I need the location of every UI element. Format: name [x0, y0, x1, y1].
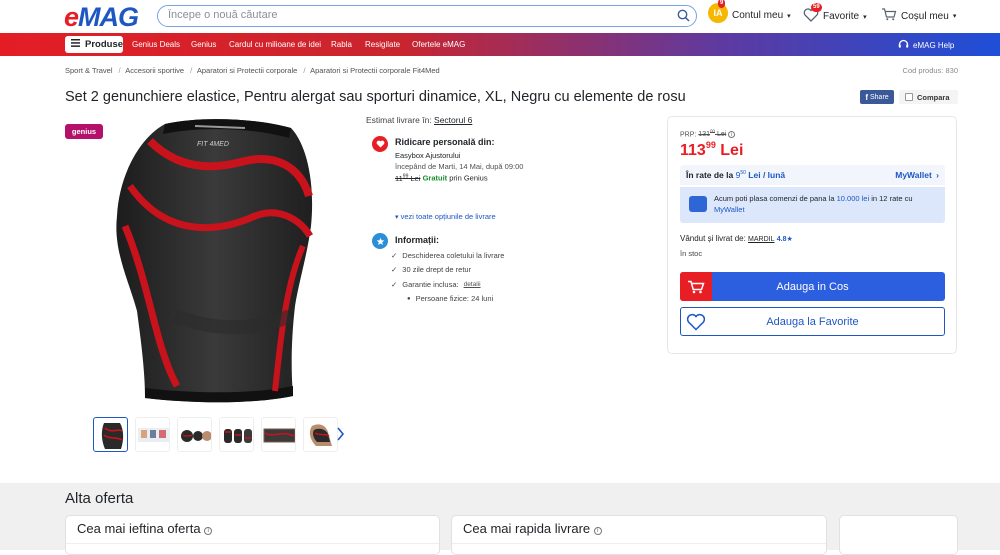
products-menu-button[interactable]: Produse: [65, 36, 123, 53]
search-box: [157, 5, 697, 27]
chevron-down-icon: ▾: [952, 13, 957, 20]
mywallet-link[interactable]: MyWallet: [714, 205, 745, 214]
avatar: IA 9: [708, 0, 728, 23]
headset-icon: [898, 39, 909, 51]
heart-icon: 59: [803, 3, 822, 25]
chevron-down-icon: ▾: [395, 214, 399, 221]
easybox-icon: [372, 136, 388, 152]
info-item: ✓ Deschiderea coletului la livrare: [391, 250, 505, 260]
compare-checkbox[interactable]: Compara: [899, 90, 958, 104]
account-badge: 9: [718, 0, 726, 8]
delivery-info: Estimat livrare în: Sectorul 6 Ridicare …: [366, 115, 646, 303]
favorites-label: Favorite: [823, 11, 860, 22]
facebook-icon: f: [865, 92, 868, 102]
wallet-icon: [689, 196, 707, 212]
cart-icon: [881, 8, 897, 24]
top-header: eMAG IA 9 Contul meu ▾ 59 Favorite ▾ Coș…: [0, 0, 1000, 33]
warranty-item: ● Persoane fizice: 24 luni: [407, 294, 494, 303]
nav-item-card[interactable]: Cardul cu milioane de idei: [229, 40, 321, 49]
info-title: Informații:: [395, 235, 439, 245]
favorites-menu[interactable]: 59 Favorite ▾: [803, 3, 867, 25]
breadcrumb-item[interactable]: Sport & Travel: [65, 66, 113, 75]
thumbnail[interactable]: [303, 417, 338, 452]
thumbnail[interactable]: [177, 417, 212, 452]
nav-item-rabla[interactable]: Rabla: [331, 40, 352, 49]
thumbnail-strip: [93, 417, 338, 452]
pickup-place: Easybox Ajustorului: [395, 151, 461, 160]
info-section: Informații: ✓ Deschiderea coletului la li…: [366, 233, 646, 303]
mywallet-promo: Acum poti plasa comenzi de pana la 10.00…: [680, 187, 945, 223]
cart-menu[interactable]: Coșul meu ▾: [881, 8, 956, 24]
all-delivery-options-link[interactable]: ▾ vezi toate opțiunile de livrare: [366, 212, 646, 221]
check-icon: ✓: [391, 265, 398, 274]
stock-status: în stoc: [680, 249, 703, 258]
info-item: ✓ 30 zile drept de retur: [391, 265, 472, 274]
account-menu[interactable]: IA 9 Contul meu ▾: [708, 0, 791, 23]
facebook-share-button[interactable]: f Share: [860, 90, 894, 104]
pickup-section: Ridicare personală din: Easybox Ajustoru…: [366, 135, 646, 205]
breadcrumb-item[interactable]: Aparatori si Protectii corporale: [197, 66, 297, 75]
add-to-favorites-button[interactable]: Adauga la Favorite: [680, 307, 945, 336]
info-icon[interactable]: i: [593, 527, 602, 535]
account-label: Contul meu: [732, 10, 784, 21]
breadcrumb-item[interactable]: Aparatori si Protectii corporale Fit4Med: [310, 66, 440, 75]
delivery-estimate: Estimat livrare în: Sectorul 6: [366, 115, 473, 125]
info-item: ✓ Garantie inclusa: detalii: [391, 279, 481, 289]
brand-text: FIT 4MED: [197, 141, 229, 148]
help-link[interactable]: eMAG Help: [898, 39, 954, 51]
delivery-area-link[interactable]: Sectorul 6: [434, 115, 472, 125]
seller-rating: 4.8★: [776, 236, 793, 243]
thumbnail[interactable]: [219, 417, 254, 452]
chevron-down-icon: ▾: [787, 12, 791, 20]
chevron-right-icon[interactable]: [336, 427, 345, 444]
star-icon: [372, 233, 388, 249]
check-icon: ✓: [391, 250, 398, 260]
product-price: 11399 Lei: [680, 140, 744, 159]
buy-box: PRP: 13100 Lei i 11399 Lei În rate de la…: [667, 116, 957, 354]
fastest-delivery-card: Cea mai rapida livrare i: [451, 515, 827, 555]
product-main-image[interactable]: FIT 4MED: [105, 116, 320, 406]
thumbnail[interactable]: [93, 417, 128, 452]
warranty-details-link[interactable]: detalii: [464, 281, 481, 288]
page-title: Set 2 genunchiere elastice, Pentru alerg…: [65, 89, 686, 105]
cheapest-offer-card: Cea mai ieftina oferta i: [65, 515, 440, 555]
breadcrumb: Sport & Travel / Accesorii sportive / Apar…: [65, 66, 440, 75]
hamburger-icon: [71, 39, 80, 50]
pickup-title: Ridicare personală din:: [395, 137, 495, 147]
search-input[interactable]: [168, 9, 658, 21]
nav-item-resigilate[interactable]: Resigilate: [365, 40, 400, 49]
thumbnail[interactable]: [261, 417, 296, 452]
genius-badge: genius: [65, 124, 103, 139]
thumbnail[interactable]: [135, 417, 170, 452]
check-icon: ✓: [391, 279, 398, 289]
breadcrumb-item[interactable]: Accesorii sportive: [125, 66, 184, 75]
add-to-cart-button[interactable]: Adauga in Cos: [680, 272, 945, 301]
installments-row[interactable]: În rate de la 950 Lei / lună MyWallet ›: [680, 165, 945, 185]
info-icon[interactable]: i: [728, 131, 736, 139]
heart-icon: [686, 313, 706, 334]
delivery-price: 1199 Lei Gratuit prin Genius: [395, 173, 488, 183]
prp-price: PRP: 13100 Lei i: [680, 129, 736, 139]
emag-logo[interactable]: eMAG: [64, 4, 139, 31]
nav-item-genius[interactable]: Genius: [191, 40, 216, 49]
pickup-date: începând de Marti, 14 Mai, după 09:00: [395, 162, 524, 171]
cart-icon: [680, 272, 712, 301]
chevron-down-icon: ▾: [863, 13, 867, 21]
nav-item-offers[interactable]: Ofertele eMAG: [412, 40, 465, 49]
offer-card: [839, 515, 958, 555]
search-icon[interactable]: [677, 9, 690, 27]
checkbox-icon: [905, 93, 913, 101]
main-nav: Produse Genius Deals Genius Cardul cu mi…: [0, 33, 1000, 56]
info-icon[interactable]: i: [204, 527, 213, 535]
nav-item-genius-deals[interactable]: Genius Deals: [132, 40, 180, 49]
star-icon: ★: [786, 236, 793, 243]
other-offers-title: Alta oferta: [65, 490, 134, 507]
seller-link[interactable]: MARDIL: [748, 236, 774, 243]
seller-info: Vândut și livrat de: MARDIL 4.8★: [680, 234, 793, 243]
chevron-right-icon: ›: [936, 170, 939, 180]
cart-label: Coșul meu: [901, 10, 949, 22]
favorites-badge: 59: [811, 3, 822, 12]
product-code: Cod produs: 830: [902, 66, 958, 75]
